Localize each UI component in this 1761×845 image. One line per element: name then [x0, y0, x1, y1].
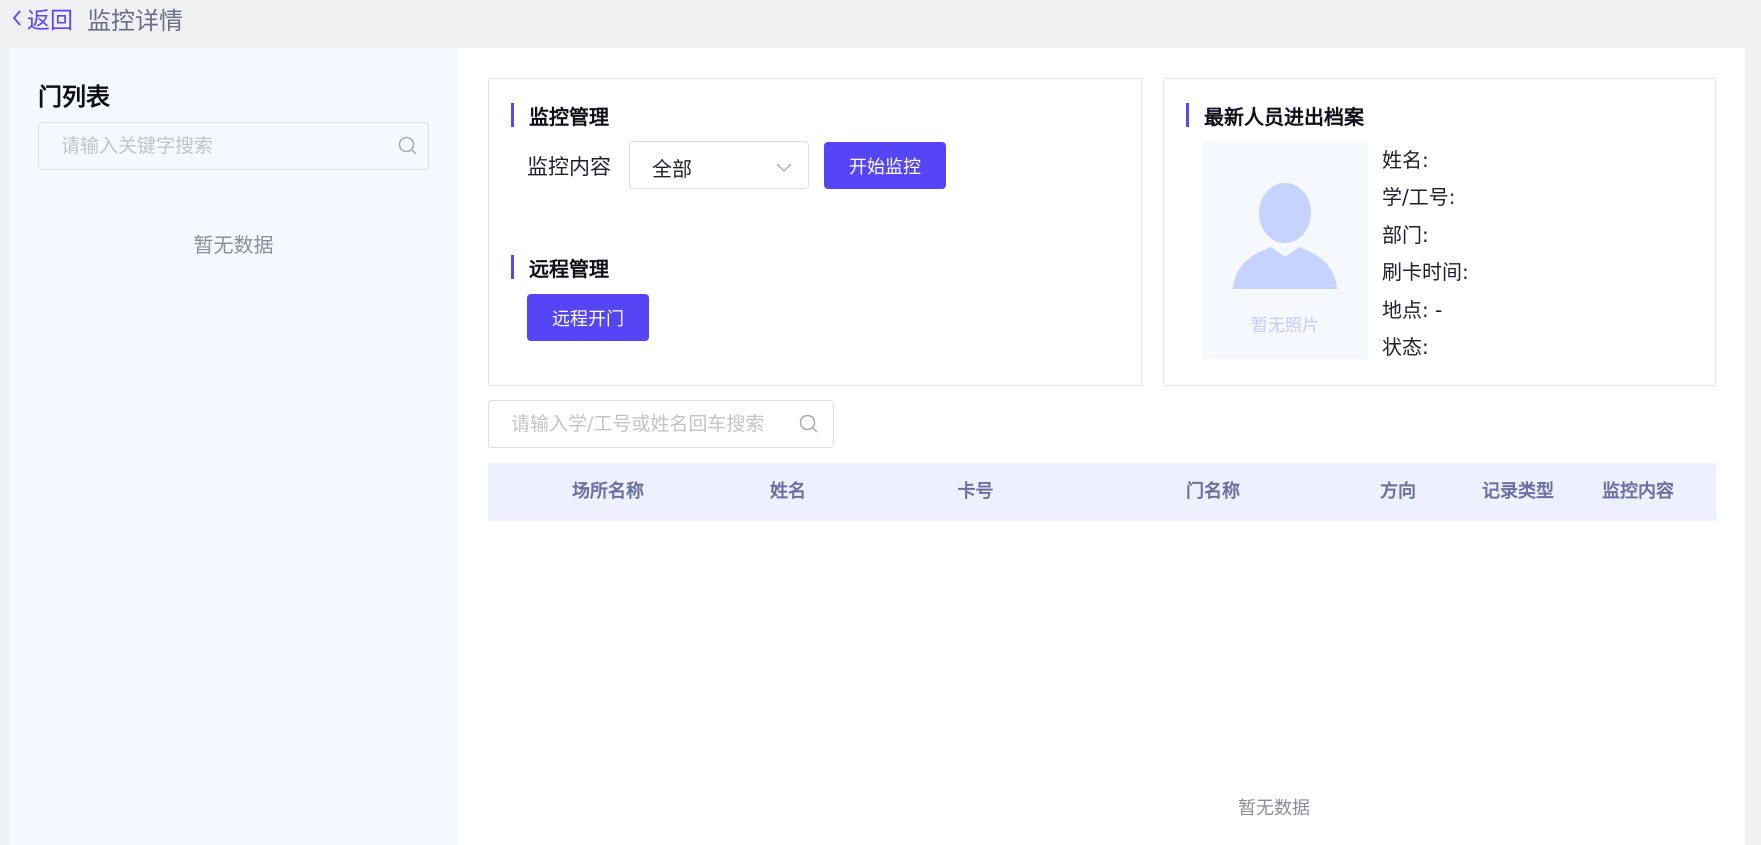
top-bar: 返回 监控详情	[0, 0, 1761, 36]
swipe-time-field: 刷卡时间:	[1382, 260, 1469, 284]
monitor-content-select[interactable]: 全部	[629, 141, 809, 189]
monitor-section-title: 监控管理	[511, 101, 609, 130]
search-icon[interactable]	[397, 135, 419, 161]
door-search-input[interactable]	[61, 123, 391, 169]
start-monitor-button[interactable]: 开始监控	[824, 142, 946, 189]
chevron-left-icon	[12, 10, 21, 26]
name-field: 姓名:	[1382, 148, 1429, 172]
department-field: 部门:	[1382, 223, 1429, 247]
column-header-venue[interactable]: 场所名称	[528, 463, 688, 521]
table-empty-text: 暂无数据	[1238, 798, 1310, 819]
record-search-input[interactable]	[511, 401, 796, 447]
search-icon[interactable]	[798, 413, 820, 439]
column-header-direction[interactable]: 方向	[1348, 463, 1448, 521]
main-card: 门列表 暂无数据 监控管理 监控内容 全部 开始监控 远程管理 远程开门 最新人…	[9, 48, 1745, 845]
location-field: 地点: -	[1382, 294, 1442, 323]
status-field: 状态:	[1382, 335, 1429, 359]
column-header-record-type[interactable]: 记录类型	[1458, 463, 1578, 521]
door-list-title: 门列表	[38, 83, 110, 111]
page-title: 监控详情	[87, 7, 183, 35]
avatar-placeholder-icon	[1233, 183, 1337, 289]
location-value: -	[1435, 298, 1443, 322]
record-search-box[interactable]	[488, 400, 834, 448]
monitor-panel: 监控管理 监控内容 全部 开始监控 远程管理 远程开门	[488, 78, 1142, 386]
person-photo: 暂无照片	[1202, 141, 1368, 359]
column-header-name[interactable]: 姓名	[728, 463, 848, 521]
monitor-content-value: 全部	[652, 157, 692, 181]
table-header: 场所名称 姓名 卡号 门名称 方向 记录类型 监控内容	[488, 463, 1716, 521]
column-header-monitor-content[interactable]: 监控内容	[1578, 463, 1698, 521]
door-search-box[interactable]	[38, 122, 429, 170]
column-header-door-name[interactable]: 门名称	[1088, 463, 1338, 521]
remote-section-title: 远程管理	[511, 253, 609, 282]
no-photo-text: 暂无照片	[1251, 316, 1319, 336]
back-label[interactable]: 返回	[27, 1, 73, 35]
column-header-card-number[interactable]: 卡号	[888, 463, 1063, 521]
remote-open-door-button[interactable]: 远程开门	[527, 294, 649, 341]
location-label: 地点:	[1382, 298, 1429, 322]
monitor-content-label: 监控内容	[527, 155, 611, 179]
id-field: 学/工号:	[1382, 185, 1456, 209]
chevron-down-icon	[776, 158, 792, 177]
latest-record-panel: 最新人员进出档案 暂无照片 姓名: 学/工号: 部门: 刷卡时间: 地点: - …	[1163, 78, 1716, 386]
record-section-title: 最新人员进出档案	[1186, 101, 1364, 130]
back-link[interactable]: 返回	[11, 1, 73, 35]
door-list-sidebar: 门列表 暂无数据	[9, 48, 458, 845]
door-list-empty: 暂无数据	[193, 233, 274, 257]
